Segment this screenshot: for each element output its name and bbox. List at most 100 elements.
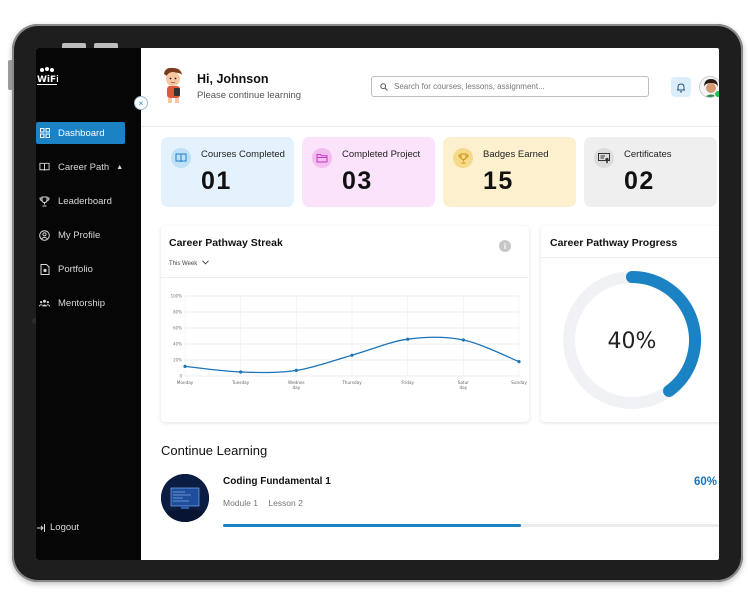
stat-card-completed-project[interactable]: Completed Project 03 [302,137,435,207]
course-module: Module 1 [223,498,258,508]
app-logo: WiFi [36,66,59,88]
course-meta: Module 1 Lesson 2 [223,498,311,508]
course-thumbnail[interactable] [161,474,209,522]
sidebar: WiFi Dashboard Career Path ▲ Leaderboard [36,48,141,560]
career-pathway-streak-card: Career Pathway Streak This Week i 0 20% 40… [161,226,529,422]
trophy-icon [39,196,50,207]
close-icon: × [138,98,144,108]
stat-card-courses-completed[interactable]: Courses Completed 01 [161,137,294,207]
week-filter-label: This Week [169,261,198,267]
online-status-dot [714,90,719,98]
stat-value: 03 [342,167,373,195]
sidebar-item-label: Portfolio [58,263,93,275]
course-lesson: Lesson 2 [268,498,303,508]
x-tick-label: Sunday [511,380,527,385]
stat-icon-badge [594,148,614,168]
certificate-icon [598,152,610,164]
stat-icon-badge [312,148,332,168]
data-point [183,364,187,368]
stat-label: Completed Project [342,149,421,160]
stat-icon-badge [453,148,473,168]
data-point [239,370,243,374]
sidebar-item-dashboard[interactable]: Dashboard [36,122,125,144]
stat-label: Courses Completed [201,149,285,160]
logout-label: Logout [50,522,80,533]
y-tick-label: 60% [173,326,182,331]
logout-button[interactable]: Logout [36,522,79,533]
continue-learning-title: Continue Learning [161,443,268,458]
book-icon [175,153,187,163]
sidebar-item-label: Mentorship [58,297,105,309]
streak-card-title: Career Pathway Streak [169,237,283,249]
stat-value: 15 [483,167,514,195]
bell-icon [676,82,686,93]
chevron-up-icon[interactable]: ▲ [116,164,123,171]
career-pathway-progress-card: Career Pathway Progress 40% [541,226,719,422]
sidebar-item-label: My Profile [58,229,101,241]
tablet-side-button [8,60,12,90]
info-icon[interactable]: i [499,240,511,252]
course-progress-bar [223,524,719,527]
week-filter-dropdown[interactable]: This Week [169,260,209,267]
stat-label: Badges Earned [483,149,549,160]
data-point [517,360,521,364]
data-point [350,353,354,357]
sidebar-item-leaderboard[interactable]: Leaderboard [36,190,125,212]
sidebar-item-career-path[interactable]: Career Path ▲ [36,156,125,178]
progress-ring: 40% [563,271,701,409]
stat-value: 01 [201,167,232,195]
sidebar-item-my-profile[interactable]: My Profile [36,224,125,246]
trophy-icon [457,153,469,164]
group-icon [39,298,50,309]
data-point [461,338,465,342]
search-input[interactable]: Search for courses, lessons, assignment.… [371,76,649,97]
user-circle-icon [39,229,50,241]
greeting-subtitle: Please continue learning [197,90,302,101]
header: Hi, Johnson Please continue learning Sea… [141,48,719,127]
dashboard-icon [39,128,50,139]
divider [541,257,719,258]
sidebar-item-portfolio[interactable]: Portfolio [36,258,125,280]
y-tick-label: 80% [173,310,182,315]
search-placeholder: Search for courses, lessons, assignment.… [394,82,545,91]
course-progress-fill [223,524,521,527]
y-tick-label: 0 [179,374,182,379]
main-content: Hi, Johnson Please continue learning Sea… [141,48,719,560]
x-tick-label: Friday [401,380,414,385]
sidebar-item-mentorship[interactable]: Mentorship [36,292,125,314]
course-progress-percent: 60% [694,476,718,488]
x-tick-label: Monday [177,380,194,385]
notifications-button[interactable] [671,77,691,97]
sidebar-item-label: Leaderboard [58,195,112,207]
sidebar-item-label: Career Path [58,161,110,173]
sidebar-collapse-button[interactable]: × [134,96,148,110]
y-tick-label: 20% [173,358,182,363]
streak-line-chart: 020%40%60%80%100%Monday Tuesday WednesdayT… [171,294,528,391]
avatar [159,66,189,104]
course-name[interactable]: Coding Fundamental 1 [223,476,331,487]
book-icon [39,162,50,173]
stat-icon-badge [171,148,191,168]
data-point [406,337,410,341]
x-tick-label: day [459,385,467,390]
x-tick-label: Thursday [341,380,362,385]
stat-label: Certificates [624,149,672,160]
stat-card-certificates[interactable]: Certificates 02 [584,137,717,207]
search-icon [380,82,388,91]
folder-icon [316,153,328,163]
progress-percent-label: 40% [608,329,657,354]
x-tick-label: Tuesday [231,380,250,385]
y-tick-label: 100% [171,294,183,299]
data-point [294,368,298,372]
chevron-down-icon [202,260,209,265]
document-icon [39,263,50,275]
logout-icon [36,523,46,533]
greeting: Hi, Johnson [197,72,269,86]
progress-card-title: Career Pathway Progress [550,237,678,249]
sidebar-item-label: Dashboard [58,127,105,139]
stat-card-badges-earned[interactable]: Badges Earned 15 [443,137,576,207]
app-screen: WiFi Dashboard Career Path ▲ Leaderboard [36,48,719,560]
y-tick-label: 40% [173,342,182,347]
svg-text:WiFi: WiFi [37,75,58,85]
x-tick-label: day [292,385,300,390]
